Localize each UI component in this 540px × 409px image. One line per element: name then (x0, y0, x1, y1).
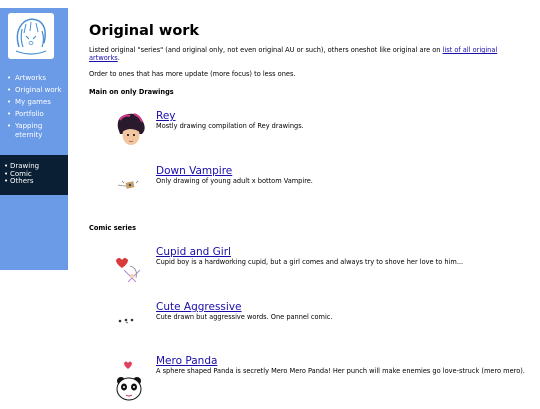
series-description-down-vampire: Only drawing of young adult x bottom Vam… (156, 177, 313, 185)
series-link-down-vampire[interactable]: Down Vampire (156, 165, 232, 177)
series-entry-cupid-and-girl: Cupid and Girl Cupid boy is a hardworkin… (89, 246, 529, 296)
series-link-cupid-and-girl[interactable]: Cupid and Girl (156, 246, 231, 258)
section-heading-drawings: Main on only Drawings (89, 88, 174, 96)
avatar-logo-icon (8, 13, 54, 59)
cupid-icon[interactable] (110, 248, 150, 288)
series-entry-mero-panda: Mero Panda A sphere shaped Panda is secr… (89, 355, 529, 405)
intro-text: Listed original "series" (and original o… (89, 46, 529, 62)
sidebar-item-original-work[interactable]: Original work (7, 86, 67, 95)
order-note: Order to ones that has more update (more… (89, 70, 296, 78)
sidebar-item-my-games[interactable]: My games (7, 98, 67, 107)
series-description-cupid-and-girl: Cupid boy is a hardworking cupid, but a … (156, 258, 464, 266)
section-heading-comic-series: Comic series (89, 224, 137, 232)
sidebar-nav-secondary: Drawing Comic Others (4, 162, 39, 186)
series-description-rey: Mostly drawing compilation of Rey drawin… (156, 122, 304, 130)
series-link-cute-aggressive[interactable]: Cute Aggressive (156, 301, 242, 313)
series-link-rey[interactable]: Rey (156, 110, 176, 122)
sidebar-item-artworks[interactable]: Artworks (7, 74, 67, 83)
sidebar-item-yapping-eternity[interactable]: Yapping eternity (7, 122, 67, 140)
avatar[interactable] (8, 13, 54, 59)
sidebar-subnav: Drawing Comic Others (0, 155, 68, 195)
intro-text-end: . (117, 54, 120, 63)
panda-icon[interactable] (110, 359, 150, 401)
series-description-cute-aggressive: Cute drawn but aggressive words. One pan… (156, 313, 333, 321)
series-description-mero-panda: A sphere shaped Panda is secretly Mero M… (156, 367, 525, 375)
vampire-icon[interactable] (110, 165, 150, 205)
cute-face-icon[interactable] (110, 301, 150, 341)
sidebar-item-others[interactable]: Others (4, 177, 39, 186)
series-entry-cute-aggressive: Cute Aggressive Cute drawn but aggressiv… (89, 301, 529, 351)
series-entry-down-vampire: Down Vampire Only drawing of young adult… (89, 165, 529, 215)
series-entry-rey: Rey Mostly drawing compilation of Rey dr… (89, 110, 529, 160)
sidebar: Artworks Original work My games Portfoli… (0, 8, 68, 270)
series-link-mero-panda[interactable]: Mero Panda (156, 355, 217, 367)
page-title: Original work (89, 23, 200, 39)
sidebar-nav-primary: Artworks Original work My games Portfoli… (7, 74, 67, 143)
sidebar-item-portfolio[interactable]: Portfolio (7, 110, 67, 119)
rey-icon[interactable] (110, 110, 150, 150)
intro-text-body: Listed original "series" (and original o… (89, 46, 443, 54)
